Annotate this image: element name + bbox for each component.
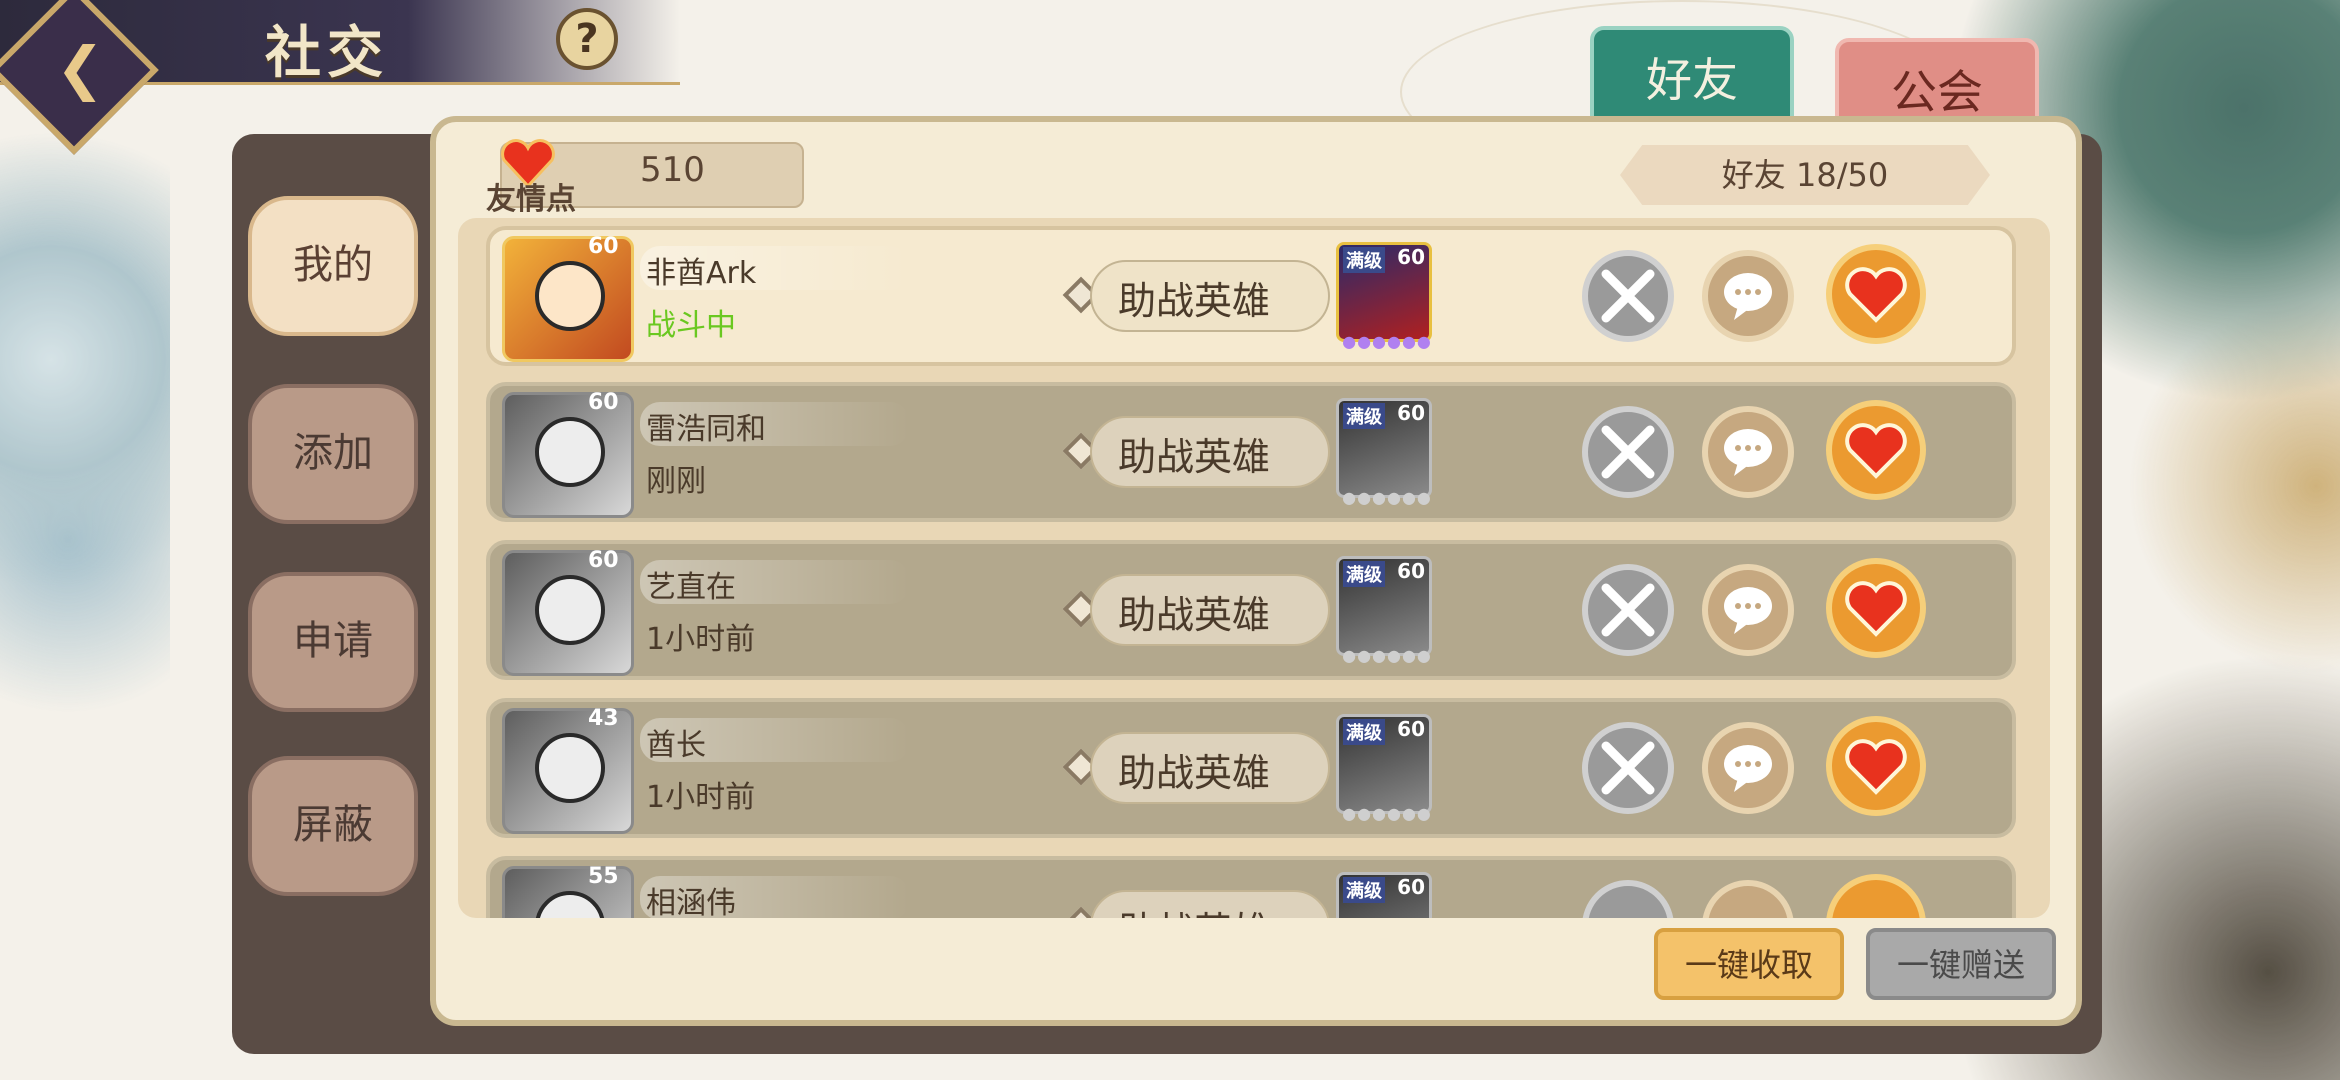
friend-status: 刚刚 — [646, 464, 706, 499]
friend-list[interactable]: 60 非酋Ark 战斗中 助战英雄 满级 60 ●●●●●● 60 雷浩同和 刚… — [458, 218, 2050, 918]
friend-name: 雷浩同和 — [646, 412, 766, 447]
side-item-add[interactable]: 添加 — [248, 384, 418, 524]
friend-row[interactable]: 43 酋长 1小时前 助战英雄 满级 60 ●●●●●● — [486, 698, 2016, 838]
hero-max-tag: 满级 — [1343, 403, 1385, 429]
friend-status: 1小时前 — [646, 622, 756, 657]
hero-max-tag: 满级 — [1343, 877, 1385, 903]
hero-level: 60 — [1397, 875, 1425, 899]
heart-gift-icon — [1845, 423, 1907, 479]
friend-name: 艺直在 — [646, 570, 736, 605]
hero-level: 60 — [1397, 559, 1425, 583]
friend-name: 酋长 — [646, 728, 706, 763]
side-item-requests[interactable]: 申请 — [248, 572, 418, 712]
friend-row[interactable]: 60 雷浩同和 刚刚 助战英雄 满级 60 ●●●●●● — [486, 382, 2016, 522]
player-level: 60 — [588, 548, 619, 573]
send-all-button[interactable]: 一键赠送 — [1866, 928, 2056, 1000]
helper-hero-portrait[interactable]: 满级 60 ●●●●●● — [1336, 398, 1432, 507]
chat-button[interactable] — [1702, 722, 1794, 814]
chat-bubble-icon — [1724, 587, 1772, 634]
avatar-face — [535, 891, 605, 918]
battle-button[interactable] — [1582, 880, 1674, 918]
friend-row[interactable]: 60 非酋Ark 战斗中 助战英雄 满级 60 ●●●●●● — [486, 226, 2016, 366]
hero-max-tag: 满级 — [1343, 561, 1385, 587]
hero-stars: ●●●●●● — [1342, 488, 1432, 507]
hero-stars: ●●●●●● — [1342, 646, 1432, 665]
heart-gift-icon — [1845, 581, 1907, 637]
friend-name: 相涵伟 — [646, 886, 736, 918]
side-item-blocked[interactable]: 屏蔽 — [248, 756, 418, 896]
hero-level: 60 — [1397, 245, 1425, 269]
friend-status: 战斗中 — [646, 308, 736, 343]
heart-gift-icon — [1845, 267, 1907, 323]
background-decoration-left — [0, 120, 170, 720]
chat-bubble-icon — [1724, 273, 1772, 320]
player-level: 55 — [588, 864, 619, 889]
avatar-face — [535, 261, 605, 331]
avatar-face — [535, 575, 605, 645]
chat-bubble-icon — [1724, 745, 1772, 792]
helper-hero-portrait[interactable]: 满级 60 — [1336, 872, 1432, 918]
helper-hero-label: 助战英雄 — [1118, 435, 1271, 479]
battle-button[interactable] — [1582, 564, 1674, 656]
friend-row[interactable]: 55 相涵伟 助战英雄 满级 60 — [486, 856, 2016, 918]
hero-level: 60 — [1397, 401, 1425, 425]
help-button[interactable]: ? — [556, 8, 618, 70]
page-title: 社交 — [265, 21, 389, 86]
crossed-swords-icon — [1601, 741, 1655, 795]
collect-all-button[interactable]: 一键收取 — [1654, 928, 1844, 1000]
battle-button[interactable] — [1582, 250, 1674, 342]
hero-max-tag: 满级 — [1343, 719, 1385, 745]
hero-max-tag: 满级 — [1343, 247, 1385, 273]
back-arrow-icon: ❮ — [55, 34, 105, 102]
gift-heart-button[interactable] — [1826, 716, 1926, 816]
hero-level: 60 — [1397, 717, 1425, 741]
hero-stars: ●●●●●● — [1342, 332, 1432, 351]
chat-bubble-icon — [1724, 429, 1772, 476]
gift-heart-button[interactable] — [1826, 874, 1926, 918]
helper-hero-portrait[interactable]: 满级 60 ●●●●●● — [1336, 714, 1432, 823]
player-level: 43 — [588, 706, 619, 731]
chat-button[interactable] — [1702, 564, 1794, 656]
crossed-swords-icon — [1601, 425, 1655, 479]
player-level: 60 — [588, 390, 619, 415]
helper-hero-label: 助战英雄 — [1118, 900, 1270, 918]
gift-heart-button[interactable] — [1826, 400, 1926, 500]
gift-heart-button[interactable] — [1826, 558, 1926, 658]
chat-button[interactable] — [1702, 250, 1794, 342]
avatar-face — [535, 733, 605, 803]
battle-button[interactable] — [1582, 722, 1674, 814]
helper-hero-portrait[interactable]: 满级 60 ●●●●●● — [1336, 556, 1432, 665]
helper-hero-portrait[interactable]: 满级 60 ●●●●●● — [1336, 242, 1432, 351]
hero-stars: ●●●●●● — [1342, 804, 1432, 823]
heart-gift-icon — [1845, 739, 1907, 795]
chat-button[interactable] — [1702, 406, 1794, 498]
helper-hero-label: 助战英雄 — [1118, 279, 1271, 323]
gift-heart-button[interactable] — [1826, 244, 1926, 344]
friend-status: 1小时前 — [646, 780, 756, 815]
friendship-points-value: 510 — [640, 150, 705, 190]
helper-hero-label: 助战英雄 — [1118, 751, 1271, 795]
friend-name: 非酋Ark — [646, 256, 757, 291]
helper-hero-label: 助战英雄 — [1118, 593, 1271, 637]
friendship-points-label: 友情点 — [486, 182, 576, 217]
chat-button[interactable] — [1702, 880, 1794, 918]
player-level: 60 — [588, 234, 619, 259]
crossed-swords-icon — [1601, 269, 1655, 323]
friend-row[interactable]: 60 艺直在 1小时前 助战英雄 满级 60 ●●●●●● — [486, 540, 2016, 680]
friend-count: 好友 18/50 — [1620, 145, 1990, 205]
battle-button[interactable] — [1582, 406, 1674, 498]
avatar-face — [535, 417, 605, 487]
side-item-mine[interactable]: 我的 — [248, 196, 418, 336]
crossed-swords-icon — [1601, 583, 1655, 637]
